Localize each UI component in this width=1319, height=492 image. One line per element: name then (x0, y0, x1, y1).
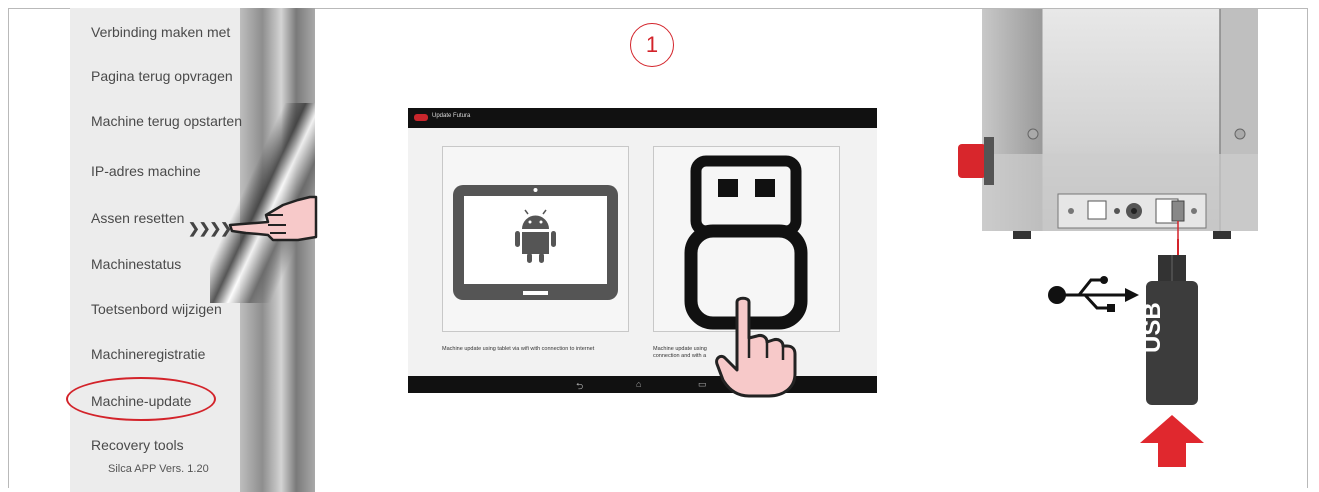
caption-usb-part-c: connection and with a (653, 353, 707, 359)
tablet-title-bar: Update Futura (408, 108, 877, 128)
caption-usb-part-a: Machine update using (653, 346, 707, 352)
highlight-circle (66, 377, 216, 421)
recent-apps-icon[interactable]: ▭ (698, 379, 707, 390)
step-number: 1 (630, 23, 674, 67)
menu-item-machinestatus[interactable]: Machinestatus (91, 256, 181, 272)
menu-item-ip-adres[interactable]: IP-adres machine (91, 163, 201, 179)
back-icon[interactable]: ⮌ (576, 379, 583, 393)
tablet-nav-bar: ⮌ ⌂ ▭ (408, 376, 877, 393)
tablet-title: Update Futura (432, 113, 471, 119)
menu-item-machineregistratie[interactable]: Machineregistratie (91, 346, 205, 362)
menu-item-verbinding[interactable]: Verbinding maken met (91, 24, 230, 40)
swipe-chevrons: ❯❯❯❯ (188, 220, 232, 236)
update-via-tablet-card[interactable] (442, 146, 629, 332)
pointing-hand-icon (228, 195, 318, 242)
app-version: Silca APP Vers. 1.20 (108, 463, 209, 475)
silca-logo-icon (414, 114, 428, 121)
tablet-android-icon (453, 185, 618, 300)
usb-symbol-icon (1048, 276, 1139, 312)
tablet-screenshot: Update Futura Machine update using table… (408, 108, 877, 393)
machine-rear-illustration (958, 9, 1258, 239)
home-icon[interactable]: ⌂ (636, 379, 641, 389)
menu-item-machine-opstarten[interactable]: Machine terug opstarten (91, 113, 242, 129)
insert-arrow-icon (1140, 415, 1204, 467)
menu-item-pagina-terug[interactable]: Pagina terug opvragen (91, 68, 233, 84)
menu-item-toetsenbord[interactable]: Toetsenbord wijzigen (91, 301, 222, 317)
caption-tablet-update: Machine update using tablet via wifi wit… (442, 346, 595, 352)
connection-line (1177, 239, 1179, 255)
tapping-hand-icon (715, 296, 797, 398)
menu-metal-edge (210, 8, 315, 492)
menu-item-assen-resetten[interactable]: Assen resetten (91, 210, 184, 226)
usb-label: USB (1139, 302, 1166, 353)
menu-panel: Verbinding maken met Pagina terug opvrag… (70, 8, 315, 492)
menu-item-recovery-tools[interactable]: Recovery tools (91, 437, 184, 453)
